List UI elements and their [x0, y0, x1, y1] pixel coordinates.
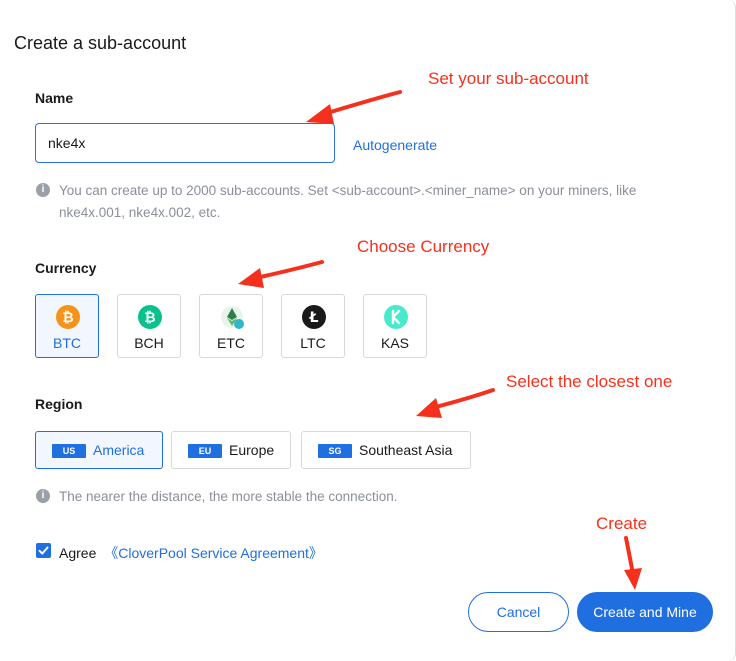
region-badge-eu: EU — [188, 444, 222, 458]
create-and-mine-button[interactable]: Create and Mine — [577, 592, 713, 632]
dialog-title: Create a sub-account — [14, 33, 187, 53]
agree-label: Agree — [59, 545, 97, 561]
region-option-america[interactable]: US America — [35, 431, 163, 469]
subaccount-hint-line2: nke4x.001, nke4x.002, etc. — [59, 205, 221, 220]
bitcoin-icon: ₿ — [56, 305, 80, 329]
annotation-create: Create — [596, 514, 648, 533]
annotation-region: Select the closest one — [506, 372, 673, 391]
region-badge-sg: SG — [318, 444, 352, 458]
coin-label: ETC — [217, 335, 245, 351]
agreement-text: Agree 《CloverPool Service Agreement》 — [59, 543, 323, 563]
coin-option-btc[interactable]: ₿ BTC — [35, 294, 99, 358]
svg-text:Ł: Ł — [309, 310, 319, 326]
currency-label: Currency — [35, 260, 97, 276]
name-label: Name — [35, 90, 74, 106]
region-option-southeast-asia[interactable]: SG Southeast Asia — [301, 431, 471, 469]
arrow-to-name-input — [306, 90, 402, 124]
agree-checkbox[interactable] — [36, 543, 51, 558]
coin-label: BCH — [134, 335, 164, 351]
ethereum-classic-icon — [221, 306, 244, 329]
coin-label: BTC — [53, 335, 81, 351]
litecoin-icon: Ł — [302, 305, 326, 329]
arrow-to-create — [624, 536, 642, 590]
coin-label: KAS — [380, 335, 409, 351]
coin-option-bch[interactable]: ₿ BCH — [117, 294, 181, 358]
svg-text:₿: ₿ — [62, 310, 73, 326]
bitcoin-cash-icon: ₿ — [138, 305, 162, 329]
subaccount-name-input[interactable] — [35, 123, 335, 163]
coin-label: LTC — [300, 335, 326, 351]
subaccount-hint-line1: You can create up to 2000 sub-accounts. … — [59, 183, 637, 198]
autogenerate-link[interactable]: Autogenerate — [353, 137, 437, 153]
region-label: Region — [35, 396, 83, 412]
coin-option-kas[interactable]: KAS — [363, 294, 427, 358]
checkmark-icon — [38, 546, 49, 555]
region-badge-us: US — [52, 444, 86, 458]
info-icon: i — [36, 489, 50, 503]
region-name: America — [93, 442, 145, 458]
region-name: Southeast Asia — [359, 442, 453, 458]
annotation-currency: Choose Currency — [357, 237, 490, 256]
service-agreement-link[interactable]: 《CloverPool Service Agreement》 — [104, 545, 323, 561]
arrow-to-region — [416, 388, 495, 418]
kaspa-icon — [384, 305, 408, 329]
annotation-sub-account: Set your sub-account — [428, 69, 589, 88]
coin-option-ltc[interactable]: Ł LTC — [281, 294, 345, 358]
cancel-button[interactable]: Cancel — [468, 592, 569, 632]
arrow-to-currency — [238, 260, 324, 288]
coin-option-etc[interactable]: ETC — [199, 294, 263, 358]
region-option-europe[interactable]: EU Europe — [171, 431, 291, 469]
region-name: Europe — [229, 442, 275, 458]
create-subaccount-dialog: Create a sub-account Name Autogenerate i… — [0, 0, 736, 661]
region-hint: The nearer the distance, the more stable… — [59, 489, 398, 504]
info-icon: i — [36, 183, 50, 197]
svg-text:₿: ₿ — [144, 310, 155, 326]
